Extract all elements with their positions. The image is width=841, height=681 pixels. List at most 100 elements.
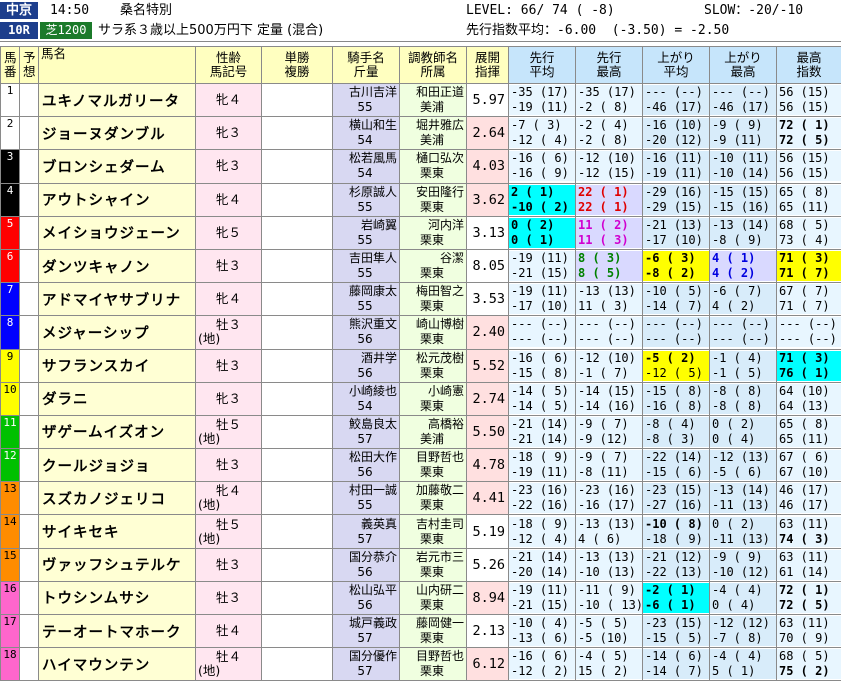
table-row[interactable]: 16トウシンムサシ牡３松山弘平56山内研二栗東8.94-19 (11)-21 (…	[1, 581, 841, 614]
stat-value: 46 (17)	[777, 498, 841, 513]
jockey-name[interactable]: 小崎綾也	[333, 384, 397, 399]
table-row[interactable]: 3ブロンシェダーム牝３松若風馬54樋口弘次栗東4.03-16 ( 6)-16 (…	[1, 150, 841, 183]
horse-name[interactable]: トウシンムサシ	[39, 581, 196, 614]
table-row[interactable]: 13スズカノジェリコ牝４(地)村田一誠55加藤敬二栗東4.41-23 (16)-…	[1, 482, 841, 515]
trainer-name[interactable]: 崎山博樹	[400, 317, 464, 332]
table-row[interactable]: 11ザゲームイズオン牡５(地)鮫島良太57高橋裕美浦5.50-21 (14)-2…	[1, 415, 841, 448]
trainer-name[interactable]: 藤岡健一	[400, 616, 464, 631]
jockey-name[interactable]: 吉田隼人	[333, 251, 397, 266]
trainer-name[interactable]: 梅田智之	[400, 284, 464, 299]
sex-age-value: 牝３	[196, 159, 261, 173]
horse-name[interactable]: アドマイヤサブリナ	[39, 283, 196, 316]
horse-name[interactable]: ハイマウンテン	[39, 648, 196, 681]
horse-name[interactable]: ジョーヌダンブル	[39, 117, 196, 150]
prediction-mark[interactable]	[20, 283, 39, 316]
table-row[interactable]: 1ユキノマルガリータ牝４古川吉洋55和田正道美浦5.97-35 (17)-19 …	[1, 84, 841, 117]
prediction-mark[interactable]	[20, 449, 39, 482]
stat-value: -19 (11)	[509, 583, 575, 598]
jockey-name[interactable]: 古川吉洋	[333, 85, 397, 100]
horse-name[interactable]: クールジョジョ	[39, 449, 196, 482]
horse-name[interactable]: ザゲームイズオン	[39, 415, 196, 448]
jockey-name[interactable]: 熊沢重文	[333, 317, 397, 332]
prediction-mark[interactable]	[20, 183, 39, 216]
jockey-name[interactable]: 村田一誠	[333, 483, 397, 498]
jockey-name[interactable]: 国分恭介	[333, 550, 397, 565]
horse-name[interactable]: ヴァッフシュテルケ	[39, 548, 196, 581]
pace-index: 5.52	[467, 349, 509, 382]
horse-name[interactable]: ブロンシェダーム	[39, 150, 196, 183]
trainer-name[interactable]: 小崎憲	[400, 384, 464, 399]
table-row[interactable]: 17テーオートマホーク牡４城戸義政57藤岡健一栗東2.13-10 ( 4)-13…	[1, 615, 841, 648]
table-row[interactable]: 4アウトシャイン牝４杉原誠人55安田隆行栗東3.622 ( 1)-10 ( 2)…	[1, 183, 841, 216]
prediction-mark[interactable]	[20, 84, 39, 117]
jockey-name[interactable]: 藤岡康太	[333, 284, 397, 299]
table-row[interactable]: 9サフランスカイ牡３酒井学56松元茂樹栗東5.52-16 ( 6)-15 ( 8…	[1, 349, 841, 382]
prediction-mark[interactable]	[20, 548, 39, 581]
prediction-mark[interactable]	[20, 216, 39, 249]
trainer-name[interactable]: 高橋裕	[400, 417, 464, 432]
table-row[interactable]: 18ハイマウンテン牡４(地)国分優作57目野哲也栗東6.12-16 ( 6)-1…	[1, 648, 841, 681]
trainer-name[interactable]: 山内研二	[400, 583, 464, 598]
trainer-name[interactable]: 樋口弘次	[400, 151, 464, 166]
jockey-name[interactable]: 横山和生	[333, 118, 397, 133]
prediction-mark[interactable]	[20, 150, 39, 183]
stat-value: -21 (15)	[509, 598, 575, 613]
jockey-name[interactable]: 国分優作	[333, 649, 397, 664]
trainer-cell: 河内洋栗東	[400, 216, 467, 249]
trainer-name[interactable]: 河内洋	[400, 218, 464, 233]
table-row[interactable]: 6ダンツキャノン牡３吉田隼人55谷潔栗東8.05-19 (11)-21 (15)…	[1, 249, 841, 282]
jockey-name[interactable]: 義英真	[333, 517, 397, 532]
horse-name[interactable]: メイショウジェーン	[39, 216, 196, 249]
table-row[interactable]: 12クールジョジョ牡３松田大作56目野哲也栗東4.78-18 ( 9)-19 (…	[1, 449, 841, 482]
table-row[interactable]: 7アドマイヤサブリナ牝４藤岡康太55梅田智之栗東3.53-19 (11)-17 …	[1, 283, 841, 316]
horse-name[interactable]: メジャーシップ	[39, 316, 196, 349]
prediction-mark[interactable]	[20, 515, 39, 548]
prediction-mark[interactable]	[20, 382, 39, 415]
jockey-name[interactable]: 酒井学	[333, 351, 397, 366]
jockey-name[interactable]: 城戸義政	[333, 616, 397, 631]
prediction-mark[interactable]	[20, 482, 39, 515]
weight: 55	[333, 233, 397, 248]
horse-name[interactable]: テーオートマホーク	[39, 615, 196, 648]
trainer-name[interactable]: 吉村圭司	[400, 517, 464, 532]
table-row[interactable]: 14サイキセキ牡５(地)義英真57吉村圭司栗東5.19-18 ( 9)-12 (…	[1, 515, 841, 548]
trainer-name[interactable]: 谷潔	[400, 251, 464, 266]
trainer-name[interactable]: 和田正道	[400, 85, 464, 100]
table-row[interactable]: 5メイショウジェーン牝５岩崎翼55河内洋栗東3.130 ( 2)0 ( 1)11…	[1, 216, 841, 249]
prediction-mark[interactable]	[20, 415, 39, 448]
trainer-name[interactable]: 安田隆行	[400, 185, 464, 200]
prediction-mark[interactable]	[20, 349, 39, 382]
jockey-name[interactable]: 松若風馬	[333, 151, 397, 166]
horse-name[interactable]: アウトシャイン	[39, 183, 196, 216]
stat-value: -19 (11)	[509, 100, 575, 115]
table-row[interactable]: 8メジャーシップ牡３(地)熊沢重文56崎山博樹栗東2.40--- (--)---…	[1, 316, 841, 349]
jockey-name[interactable]: 杉原誠人	[333, 185, 397, 200]
stat-value: 63 (11)	[777, 550, 841, 565]
horse-name[interactable]: ダラニ	[39, 382, 196, 415]
trainer-name[interactable]: 松元茂樹	[400, 351, 464, 366]
table-row[interactable]: 2ジョーヌダンブル牝３横山和生54堀井雅広美浦2.64-7 ( 3)-12 ( …	[1, 117, 841, 150]
jockey-name[interactable]: 岩崎翼	[333, 218, 397, 233]
sex-age-value: 牡５	[196, 518, 261, 532]
trainer-name[interactable]: 堀井雅広	[400, 118, 464, 133]
horse-name[interactable]: スズカノジェリコ	[39, 482, 196, 515]
trainer-name[interactable]: 目野哲也	[400, 450, 464, 465]
table-row[interactable]: 10ダラニ牝３小崎綾也54小崎憲栗東2.74-14 ( 5)-14 ( 5)-1…	[1, 382, 841, 415]
jockey-name[interactable]: 松田大作	[333, 450, 397, 465]
horse-name[interactable]: ユキノマルガリータ	[39, 84, 196, 117]
jockey-name[interactable]: 松山弘平	[333, 583, 397, 598]
trainer-name[interactable]: 加藤敬二	[400, 483, 464, 498]
prediction-mark[interactable]	[20, 648, 39, 681]
prediction-mark[interactable]	[20, 249, 39, 282]
horse-name[interactable]: サイキセキ	[39, 515, 196, 548]
prediction-mark[interactable]	[20, 117, 39, 150]
horse-name[interactable]: ダンツキャノン	[39, 249, 196, 282]
table-row[interactable]: 15ヴァッフシュテルケ牡３国分恭介56岩元市三栗東5.26-21 (14)-20…	[1, 548, 841, 581]
horse-name[interactable]: サフランスカイ	[39, 349, 196, 382]
prediction-mark[interactable]	[20, 581, 39, 614]
prediction-mark[interactable]	[20, 316, 39, 349]
trainer-name[interactable]: 目野哲也	[400, 649, 464, 664]
trainer-name[interactable]: 岩元市三	[400, 550, 464, 565]
prediction-mark[interactable]	[20, 615, 39, 648]
jockey-name[interactable]: 鮫島良太	[333, 417, 397, 432]
